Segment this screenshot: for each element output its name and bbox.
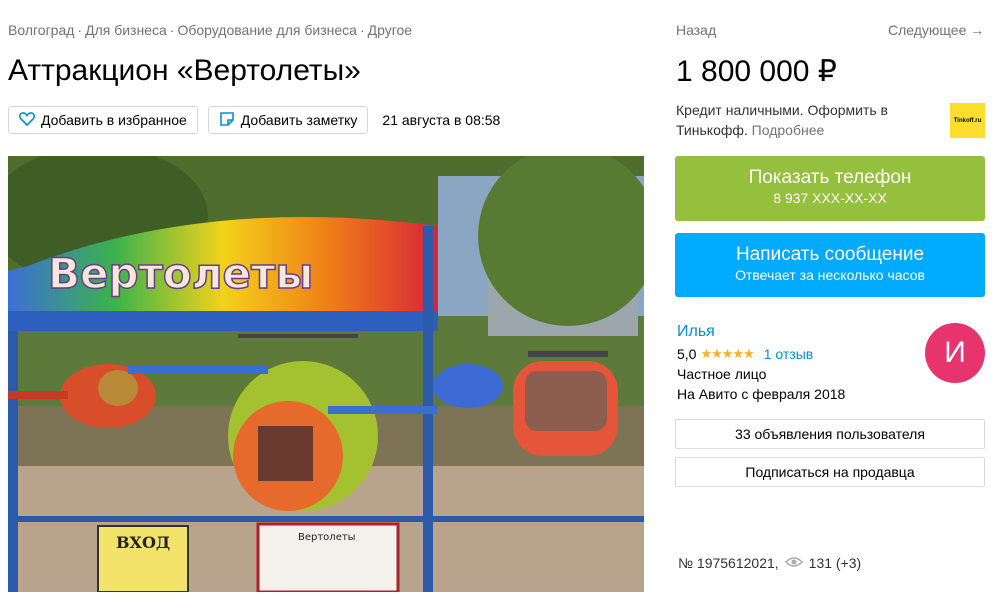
listing-photo-illustration: Вертолеты ВХОД Вертолеты <box>8 156 644 592</box>
phone-number-masked: 8 937 XXX-XX-XX <box>773 190 887 206</box>
breadcrumb: Волгоград · Для бизнеса · Оборудование для б… <box>8 22 412 38</box>
next-link[interactable]: Следующее → <box>888 22 984 38</box>
price: 1 800 000 ₽ <box>676 55 837 88</box>
show-phone-label: Показать телефон <box>748 167 912 188</box>
back-link[interactable]: Назад <box>676 22 716 38</box>
breadcrumb-item-equipment[interactable]: Оборудование для бизнеса <box>177 22 356 38</box>
rating-stars-icon: ★★★★★ <box>700 346 754 361</box>
listing-id: № 1975612021, <box>678 555 779 571</box>
write-message-label: Написать сообщение <box>735 244 925 265</box>
photo-entrance-text: ВХОД <box>116 533 170 552</box>
breadcrumb-separator: · <box>77 22 83 38</box>
seller-since: На Авито с февраля 2018 <box>677 386 846 402</box>
add-note-label: Добавить заметку <box>240 112 358 128</box>
actions-bar: Добавить в избранное Добавить заметку 21… <box>8 106 500 134</box>
photo-sign-text: Вертолеты <box>48 249 313 298</box>
publish-date: 21 августа в 08:58 <box>382 112 501 128</box>
seller-rating: 5,0 ★★★★★ 1 отзыв <box>677 346 813 362</box>
breadcrumb-separator: · <box>359 22 365 38</box>
tinkoff-logo[interactable]: Tinkoff.ru <box>950 103 985 138</box>
photo-info-board-text: Вертолеты <box>298 532 356 543</box>
tinkoff-logo-text: Tinkoff.ru <box>953 117 982 124</box>
add-favorite-label: Добавить в избранное <box>41 112 187 128</box>
page-title: Аттракцион «Вертолеты» <box>8 54 361 87</box>
listing-meta: № 1975612021, 131 (+3) <box>678 555 861 571</box>
breadcrumb-item-city[interactable]: Волгоград <box>8 22 74 38</box>
reviews-link[interactable]: 1 отзыв <box>764 346 814 362</box>
credit-more-link[interactable]: Подробнее <box>752 122 825 138</box>
view-count: 131 (+3) <box>808 555 862 571</box>
user-ads-button[interactable]: 33 объявления пользователя <box>675 419 985 449</box>
breadcrumb-item-other[interactable]: Другое <box>368 22 412 38</box>
listing-photo[interactable]: Вертолеты ВХОД Вертолеты <box>8 156 644 592</box>
write-message-button[interactable]: Написать сообщение Отвечает за несколько… <box>675 233 985 297</box>
add-note-button[interactable]: Добавить заметку <box>207 106 369 134</box>
note-icon <box>219 111 235 130</box>
breadcrumb-item-business[interactable]: Для бизнеса <box>85 22 167 38</box>
avatar[interactable]: И <box>925 323 985 383</box>
seller-type: Частное лицо <box>677 366 767 382</box>
credit-offer: Кредит наличными. Оформить в Тинькофф. П… <box>676 100 916 140</box>
breadcrumb-separator: · <box>169 22 175 38</box>
response-time: Отвечает за несколько часов <box>735 267 925 283</box>
eye-icon <box>784 555 803 571</box>
avatar-letter: И <box>944 336 966 369</box>
show-phone-button[interactable]: Показать телефон 8 937 XXX-XX-XX <box>675 156 985 221</box>
rating-value: 5,0 <box>677 346 697 362</box>
seller-name[interactable]: Илья <box>677 323 715 341</box>
heart-icon <box>19 111 35 129</box>
add-favorite-button[interactable]: Добавить в избранное <box>8 106 198 134</box>
subscribe-button[interactable]: Подписаться на продавца <box>675 457 985 487</box>
